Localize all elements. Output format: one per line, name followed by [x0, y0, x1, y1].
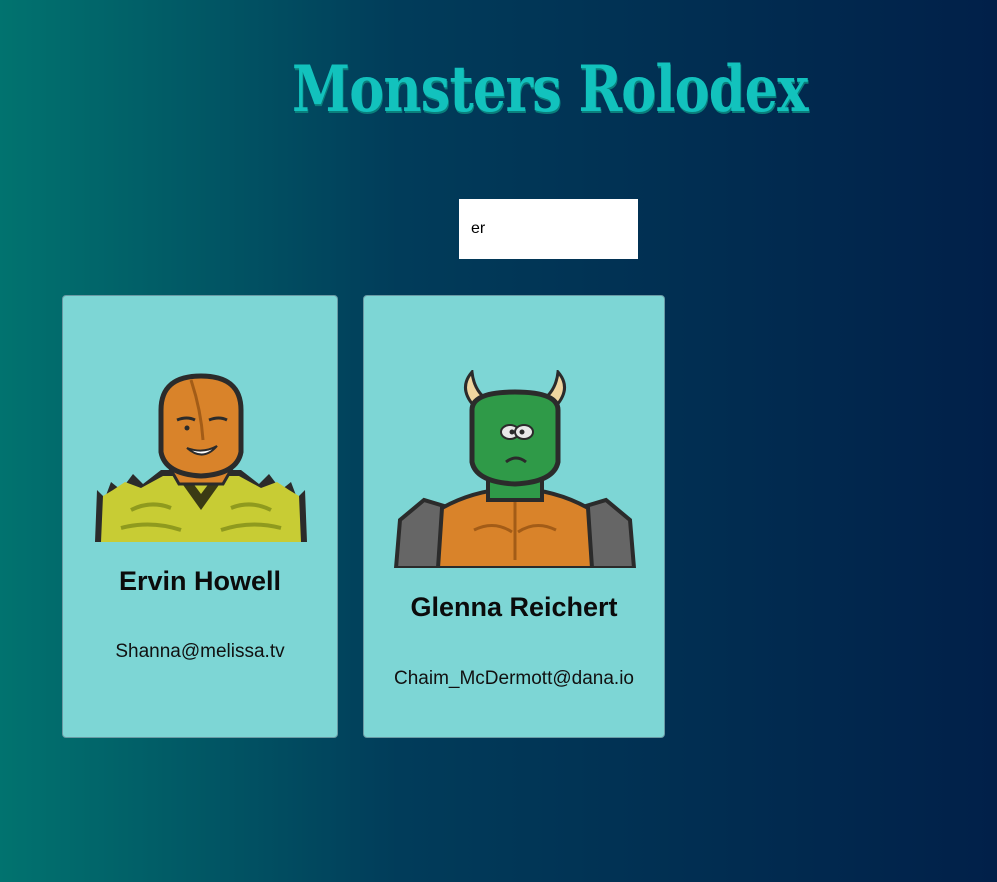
monster-name: Glenna Reichert: [410, 592, 618, 622]
monster-email: Shanna@melissa.tv: [115, 641, 285, 662]
monster-name: Ervin Howell: [118, 566, 282, 596]
search-input[interactable]: [459, 199, 638, 259]
page-title: Monsters Rolodex: [291, 52, 809, 127]
monster-avatar: [95, 373, 307, 542]
monster-card[interactable]: Glenna Reichert Chaim_McDermott@dana.io: [363, 295, 665, 738]
monster-avatar: [394, 370, 636, 568]
monster-card[interactable]: Ervin Howell Shanna@melissa.tv: [62, 295, 338, 738]
monster-email: Chaim_McDermott@dana.io: [394, 668, 634, 689]
